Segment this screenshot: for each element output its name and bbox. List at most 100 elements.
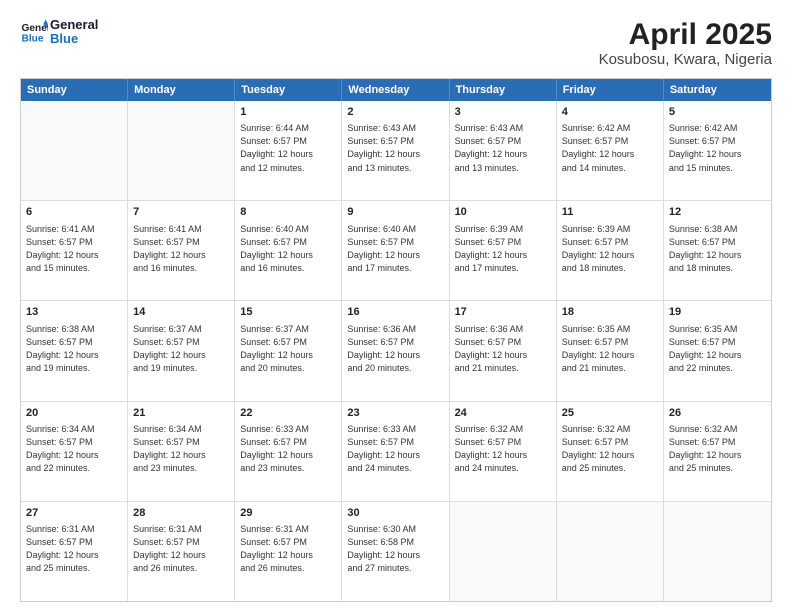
day-number: 24: [455, 406, 551, 421]
calendar-day-27: 27 Sunrise: 6:31 AMSunset: 6:57 PMDayligh…: [21, 502, 128, 601]
calendar-day-6: 6 Sunrise: 6:41 AMSunset: 6:57 PMDaylight…: [21, 201, 128, 300]
calendar-day-30: 30 Sunrise: 6:30 AMSunset: 6:58 PMDayligh…: [342, 502, 449, 601]
calendar-day-7: 7 Sunrise: 6:41 AMSunset: 6:57 PMDaylight…: [128, 201, 235, 300]
calendar-day-14: 14Sunrise: 6:37 AMSunset: 6:57 PMDayligh…: [128, 301, 235, 400]
day-number: 14: [133, 305, 229, 320]
day-number: 21: [133, 406, 229, 421]
day-info: Sunrise: 6:39 AMSunset: 6:57 PMDaylight:…: [455, 223, 551, 275]
header-day-friday: Friday: [557, 79, 664, 101]
calendar-day-16: 16 Sunrise: 6:36 AMSunset: 6:57 PMDayligh…: [342, 301, 449, 400]
day-info: Sunrise: 6:35 AMSunset: 6:57 PMDaylight:…: [669, 323, 766, 375]
calendar-day-19: 19 Sunrise: 6:35 AMSunset: 6:57 PMDayligh…: [664, 301, 771, 400]
calendar-day-2: 2Sunrise: 6:43 AMSunset: 6:57 PMDaylight…: [342, 101, 449, 200]
header-day-sunday: Sunday: [21, 79, 128, 101]
calendar-day-21: 21 Sunrise: 6:34 AMSunset: 6:57 PMDayligh…: [128, 402, 235, 501]
calendar-day-8: 8 Sunrise: 6:40 AMSunset: 6:57 PMDaylight…: [235, 201, 342, 300]
day-number: 3: [455, 105, 551, 120]
day-info: Sunrise: 6:33 AMSunset: 6:57 PMDaylight:…: [347, 423, 443, 475]
calendar-day-5: 5 Sunrise: 6:42 AMSunset: 6:57 PMDaylight…: [664, 101, 771, 200]
day-info: Sunrise: 6:36 AMSunset: 6:57 PMDaylight:…: [347, 323, 443, 375]
calendar-day-25: 25 Sunrise: 6:32 AMSunset: 6:57 PMDayligh…: [557, 402, 664, 501]
day-number: 11: [562, 205, 658, 220]
day-info: Sunrise: 6:30 AMSunset: 6:58 PMDaylight:…: [347, 523, 443, 575]
calendar-day-23: 23 Sunrise: 6:33 AMSunset: 6:57 PMDayligh…: [342, 402, 449, 501]
page: General Blue General Blue April 2025 Kos…: [0, 0, 792, 612]
day-number: 30: [347, 506, 443, 521]
day-info: Sunrise: 6:32 AMSunset: 6:57 PMDaylight:…: [562, 423, 658, 475]
day-info: Sunrise: 6:31 AMSunset: 6:57 PMDaylight:…: [26, 523, 122, 575]
day-number: 18: [562, 305, 658, 320]
day-info: Sunrise: 6:40 AMSunset: 6:57 PMDaylight:…: [347, 223, 443, 275]
calendar-title: April 2025: [599, 18, 772, 51]
day-info: Sunrise: 6:38 AMSunset: 6:57 PMDaylight:…: [669, 223, 766, 275]
calendar-day-29: 29Sunrise: 6:31 AMSunset: 6:57 PMDayligh…: [235, 502, 342, 601]
day-info: Sunrise: 6:40 AMSunset: 6:57 PMDaylight:…: [240, 223, 336, 275]
calendar-day-15: 15 Sunrise: 6:37 AMSunset: 6:57 PMDayligh…: [235, 301, 342, 400]
calendar-week-5: 27 Sunrise: 6:31 AMSunset: 6:57 PMDayligh…: [21, 501, 771, 601]
calendar-empty-cell: [21, 101, 128, 200]
day-info: Sunrise: 6:32 AMSunset: 6:57 PMDaylight:…: [669, 423, 766, 475]
day-info: Sunrise: 6:37 AMSunset: 6:57 PMDaylight:…: [240, 323, 336, 375]
calendar-day-24: 24 Sunrise: 6:32 AMSunset: 6:57 PMDayligh…: [450, 402, 557, 501]
day-number: 26: [669, 406, 766, 421]
day-number: 23: [347, 406, 443, 421]
day-number: 6: [26, 205, 122, 220]
calendar-empty-cell: [557, 502, 664, 601]
day-number: 7: [133, 205, 229, 220]
calendar-day-11: 11Sunrise: 6:39 AMSunset: 6:57 PMDayligh…: [557, 201, 664, 300]
day-info: Sunrise: 6:41 AMSunset: 6:57 PMDaylight:…: [26, 223, 122, 275]
day-info: Sunrise: 6:43 AMSunset: 6:57 PMDaylight:…: [347, 122, 443, 174]
header-day-wednesday: Wednesday: [342, 79, 449, 101]
calendar-day-3: 3Sunrise: 6:43 AMSunset: 6:57 PMDaylight…: [450, 101, 557, 200]
day-number: 12: [669, 205, 766, 220]
calendar-day-9: 9 Sunrise: 6:40 AMSunset: 6:57 PMDaylight…: [342, 201, 449, 300]
title-block: April 2025 Kosubosu, Kwara, Nigeria: [599, 18, 772, 68]
day-info: Sunrise: 6:33 AMSunset: 6:57 PMDaylight:…: [240, 423, 336, 475]
header: General Blue General Blue April 2025 Kos…: [20, 18, 772, 68]
logo-general: General: [50, 18, 98, 32]
calendar-week-4: 20Sunrise: 6:34 AMSunset: 6:57 PMDayligh…: [21, 401, 771, 501]
svg-text:Blue: Blue: [22, 34, 44, 45]
header-day-monday: Monday: [128, 79, 235, 101]
day-number: 25: [562, 406, 658, 421]
calendar-day-12: 12 Sunrise: 6:38 AMSunset: 6:57 PMDayligh…: [664, 201, 771, 300]
calendar-day-20: 20Sunrise: 6:34 AMSunset: 6:57 PMDayligh…: [21, 402, 128, 501]
day-number: 1: [240, 105, 336, 120]
day-number: 27: [26, 506, 122, 521]
generalblue-logo-icon: General Blue: [20, 18, 48, 46]
day-number: 5: [669, 105, 766, 120]
calendar-empty-cell: [664, 502, 771, 601]
day-info: Sunrise: 6:32 AMSunset: 6:57 PMDaylight:…: [455, 423, 551, 475]
day-number: 10: [455, 205, 551, 220]
calendar-day-10: 10 Sunrise: 6:39 AMSunset: 6:57 PMDayligh…: [450, 201, 557, 300]
day-info: Sunrise: 6:31 AMSunset: 6:57 PMDaylight:…: [133, 523, 229, 575]
day-info: Sunrise: 6:31 AMSunset: 6:57 PMDaylight:…: [240, 523, 336, 575]
day-number: 28: [133, 506, 229, 521]
day-number: 16: [347, 305, 443, 320]
day-info: Sunrise: 6:42 AMSunset: 6:57 PMDaylight:…: [669, 122, 766, 174]
calendar-day-4: 4 Sunrise: 6:42 AMSunset: 6:57 PMDaylight…: [557, 101, 664, 200]
day-info: Sunrise: 6:41 AMSunset: 6:57 PMDaylight:…: [133, 223, 229, 275]
day-number: 19: [669, 305, 766, 320]
calendar: SundayMondayTuesdayWednesdayThursdayFrid…: [20, 78, 772, 602]
header-day-thursday: Thursday: [450, 79, 557, 101]
day-info: Sunrise: 6:34 AMSunset: 6:57 PMDaylight:…: [133, 423, 229, 475]
day-info: Sunrise: 6:42 AMSunset: 6:57 PMDaylight:…: [562, 122, 658, 174]
calendar-day-18: 18 Sunrise: 6:35 AMSunset: 6:57 PMDayligh…: [557, 301, 664, 400]
calendar-day-17: 17Sunrise: 6:36 AMSunset: 6:57 PMDayligh…: [450, 301, 557, 400]
day-number: 17: [455, 305, 551, 320]
day-info: Sunrise: 6:38 AMSunset: 6:57 PMDaylight:…: [26, 323, 122, 375]
calendar-empty-cell: [450, 502, 557, 601]
calendar-empty-cell: [128, 101, 235, 200]
day-number: 9: [347, 205, 443, 220]
day-info: Sunrise: 6:35 AMSunset: 6:57 PMDaylight:…: [562, 323, 658, 375]
day-number: 8: [240, 205, 336, 220]
calendar-body: 1Sunrise: 6:44 AMSunset: 6:57 PMDaylight…: [21, 101, 771, 601]
header-day-saturday: Saturday: [664, 79, 771, 101]
day-number: 22: [240, 406, 336, 421]
logo-blue: Blue: [50, 32, 98, 46]
logo: General Blue General Blue: [20, 18, 98, 47]
day-number: 4: [562, 105, 658, 120]
calendar-day-1: 1Sunrise: 6:44 AMSunset: 6:57 PMDaylight…: [235, 101, 342, 200]
day-number: 15: [240, 305, 336, 320]
